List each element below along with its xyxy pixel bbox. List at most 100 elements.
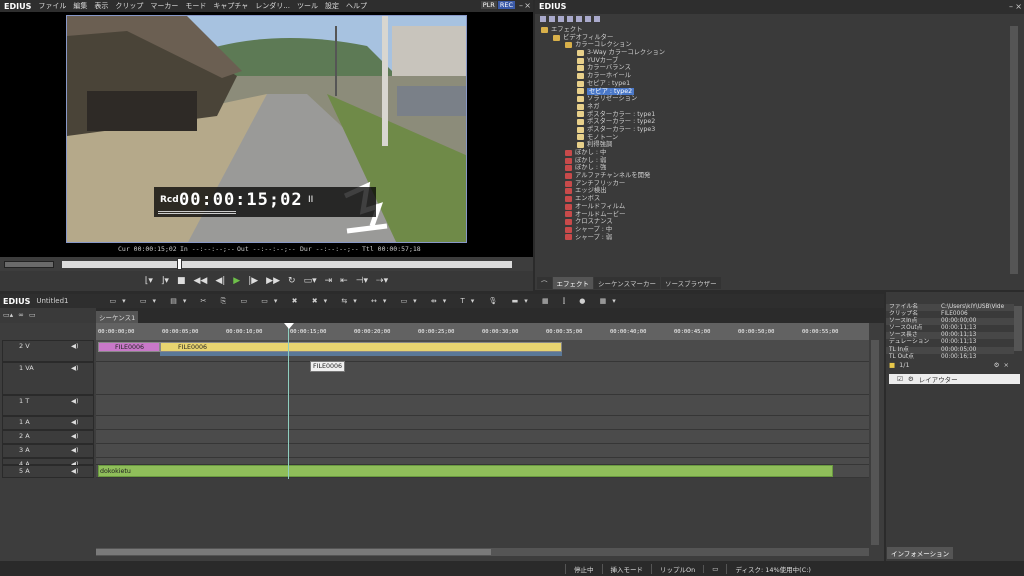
effect-tree-item[interactable]: アルファチャンネルを開発	[541, 172, 1009, 180]
overwrite-icon[interactable]: ⇤	[340, 276, 348, 286]
layer-checkbox[interactable]: ☑	[897, 375, 903, 383]
rec-toggle[interactable]: REC	[497, 1, 515, 9]
export-icon[interactable]: ⇢▾	[376, 276, 388, 286]
track-area[interactable]	[96, 395, 869, 416]
effect-tree-item[interactable]: エンボス	[541, 195, 1009, 203]
effect-tree-item[interactable]: 利得強調	[541, 141, 1009, 149]
position-slider-handle[interactable]	[177, 258, 182, 270]
track-header[interactable]: 4 A ◀)	[2, 458, 94, 468]
close-icon[interactable]: ×	[524, 1, 531, 10]
position-slider[interactable]	[62, 258, 512, 270]
track-mute-icon[interactable]: ◀)	[71, 397, 79, 405]
effect-tree-item[interactable]: クロスナンス	[541, 218, 1009, 226]
menu-settings[interactable]: 設定	[325, 1, 339, 11]
effects-scrollbar[interactable]	[1010, 26, 1018, 274]
layer-close-icon[interactable]: ×	[1003, 361, 1008, 369]
effect-tree-item[interactable]: ポスターカラー : type2	[541, 118, 1009, 126]
menu-clip[interactable]: クリップ	[115, 1, 143, 11]
tab-information[interactable]: インフォメーション	[887, 547, 954, 559]
track-area[interactable]	[96, 430, 869, 444]
menu-edit[interactable]: 編集	[73, 1, 87, 11]
folder-icon[interactable]	[549, 16, 555, 22]
tab-sequence-markers[interactable]: シーケンスマーカー	[594, 277, 660, 289]
palette-icon[interactable]	[540, 16, 546, 22]
track-area[interactable]	[96, 444, 869, 458]
sequence-tab[interactable]: シーケンス1	[96, 311, 139, 323]
playhead-marker-icon[interactable]	[284, 323, 294, 329]
effect-tree-item[interactable]: エッジ検出	[541, 187, 1009, 195]
track-header[interactable]: 1 VA ◀)	[2, 362, 94, 395]
track-mute-icon[interactable]: ◀)	[71, 342, 79, 350]
timeline-hscroll[interactable]	[96, 548, 869, 556]
effect-tree-item[interactable]: ぼかし : 中	[541, 149, 1009, 157]
playhead[interactable]	[288, 323, 289, 479]
track-header[interactable]: 5 A ◀)	[2, 465, 94, 478]
shuttle-slider[interactable]	[4, 261, 54, 268]
plr-toggle[interactable]: PLR	[480, 1, 497, 9]
set-out-icon[interactable]: ⌋▾	[161, 276, 169, 286]
track-tool-icon[interactable]: ▭▴	[3, 311, 13, 320]
timeline-vscroll[interactable]	[871, 340, 879, 545]
menu-file[interactable]: ファイル	[38, 1, 66, 11]
fx-icon[interactable]	[594, 16, 600, 22]
effect-tree-item[interactable]: カラーホイール	[541, 72, 1009, 80]
effect-tree-item[interactable]: シャープ : 中	[541, 226, 1009, 234]
step-forward-icon[interactable]: |▶	[248, 276, 258, 286]
insert-icon[interactable]: ⇥	[325, 276, 333, 286]
fast-forward-icon[interactable]: ▶▶	[266, 276, 280, 286]
tab-source-browser[interactable]: ソースブラウザー	[660, 277, 721, 289]
track-mute-icon[interactable]: ◀)	[71, 364, 79, 372]
menu-capture[interactable]: キャプチャ	[213, 1, 248, 11]
menu-view[interactable]: 表示	[94, 1, 108, 11]
info-scrollbar[interactable]	[1014, 306, 1022, 351]
tab-effects[interactable]: エフェクト	[552, 277, 593, 289]
effect-tree-item[interactable]: 3-Way カラーコレクション	[541, 49, 1009, 57]
rewind-icon[interactable]: ◀◀	[193, 276, 207, 286]
step-back-icon[interactable]: ◀|	[215, 276, 225, 286]
timeline-toolbar-icons[interactable]: ▭▾ ▭▾ ▤▾ ✂ ⎘ ▭ ▭▾ ✖ ✖▾ ⇆▾ ↔▾ ▭▾ ⇹▾ T▾ 🎙 …	[110, 297, 622, 306]
clip-audio[interactable]: dokokietu	[98, 465, 833, 477]
effect-tree-item[interactable]: ソラリゼーション	[541, 95, 1009, 103]
track-mute-icon[interactable]: ◀)	[71, 432, 79, 440]
timeline-hscroll-thumb[interactable]	[96, 549, 491, 555]
menu-mode[interactable]: モード	[185, 1, 206, 11]
output-icon[interactable]: ▭▾	[304, 276, 317, 286]
track-header[interactable]: 2 V ◀)	[2, 340, 94, 362]
layout-tool-icon[interactable]: ∞	[18, 311, 24, 320]
split-icon[interactable]: ⊣▾	[356, 276, 368, 286]
effect-tree-item[interactable]: アンチフリッカー	[541, 180, 1009, 188]
effect-tree-item[interactable]: ぼかし : 強	[541, 164, 1009, 172]
effect-tree-item[interactable]: セピア : type1	[541, 80, 1009, 88]
clip-v2-b[interactable]: FILE0006	[160, 342, 562, 352]
effect-tree-item[interactable]: ポスターカラー : type3	[541, 126, 1009, 134]
track-header[interactable]: 1 A ◀)	[2, 416, 94, 430]
effect-tree-item[interactable]: カラーコレクション	[541, 41, 1009, 49]
track-mute-icon[interactable]: ◀)	[71, 467, 79, 475]
effect-tree-item[interactable]: エフェクト	[541, 26, 1009, 34]
layer-settings-icon[interactable]: ⚙	[994, 361, 1000, 369]
track-area[interactable]	[96, 416, 869, 430]
track-mute-icon[interactable]: ◀)	[71, 418, 79, 426]
list-view-icon[interactable]	[558, 16, 564, 22]
menu-marker[interactable]: マーカー	[150, 1, 178, 11]
clip-v2-a[interactable]: FILE0006	[98, 342, 160, 352]
tab-effects-icon[interactable]: ⌒	[537, 277, 552, 289]
effect-tree-item[interactable]: オールドフィルム	[541, 203, 1009, 211]
icon-view-icon[interactable]	[576, 16, 582, 22]
track-mute-icon[interactable]: ◀)	[71, 446, 79, 454]
effect-tree-item[interactable]: ネガ	[541, 103, 1009, 111]
play-icon[interactable]: ▶	[233, 276, 240, 286]
panel-minimize-icon[interactable]: –	[1009, 2, 1013, 11]
loop-icon[interactable]: ↻	[288, 276, 296, 286]
detail-view-icon[interactable]	[567, 16, 573, 22]
sync-tool-icon[interactable]: ▭	[29, 311, 36, 320]
track-header[interactable]: 3 A ◀)	[2, 444, 94, 458]
menu-render[interactable]: レンダリ...	[255, 1, 290, 11]
effect-tree-item[interactable]: カラーバランス	[541, 64, 1009, 72]
effect-tree-item[interactable]: ぼかし : 弱	[541, 157, 1009, 165]
menu-tools[interactable]: ツール	[297, 1, 318, 11]
panel-close-icon[interactable]: ×	[1015, 2, 1022, 11]
effect-tree-item[interactable]: シャープ : 弱	[541, 234, 1009, 242]
minimize-icon[interactable]: –	[519, 1, 523, 10]
set-in-icon[interactable]: ⌊▾	[145, 276, 153, 286]
